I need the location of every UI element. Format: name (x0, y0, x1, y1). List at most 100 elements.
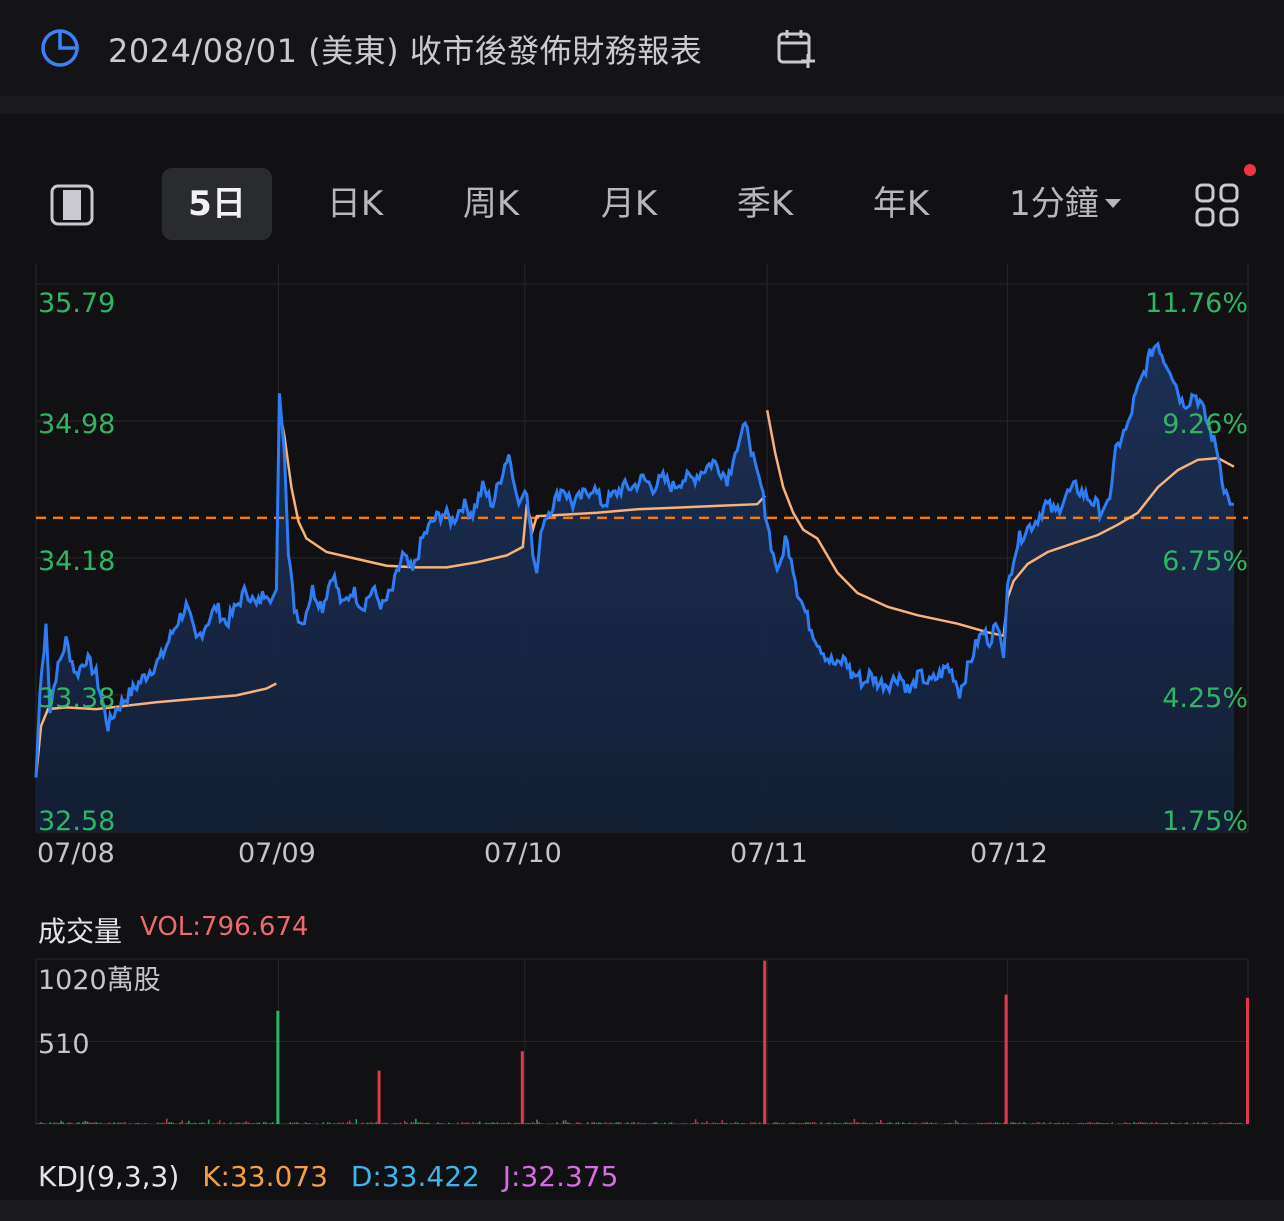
volume-bar (192, 1123, 195, 1124)
volume-bar (368, 1122, 371, 1124)
price-chart[interactable]: 35.79 34.98 34.18 33.38 32.58 11.76% 9.26% 6.75… (0, 262, 1284, 872)
volume-bar (661, 1123, 664, 1124)
volume-bar (236, 1122, 239, 1124)
volume-bar (1012, 1122, 1014, 1124)
volume-bar (1236, 1123, 1239, 1124)
volume-bar (835, 1123, 838, 1124)
volume-bar (1203, 1122, 1206, 1124)
volume-bar (199, 1122, 201, 1124)
volume-bar (254, 1123, 256, 1124)
volume-bar (406, 1122, 408, 1124)
volume-bar (1082, 1122, 1085, 1124)
volume-bar (1137, 1122, 1140, 1124)
grid-menu-icon[interactable] (1194, 182, 1240, 228)
volume-bar (655, 1122, 657, 1124)
volume-bar (1214, 1123, 1217, 1124)
volume-bar (1162, 1123, 1164, 1124)
volume-bar (714, 1123, 717, 1124)
volume-bar (1140, 1122, 1142, 1124)
volume-spike-bar (377, 1070, 381, 1124)
volume-bar (121, 1122, 124, 1124)
volume-bar (229, 1122, 232, 1124)
volume-bar (736, 1122, 739, 1124)
volume-bar (1087, 1122, 1089, 1124)
volume-bar (44, 1123, 47, 1124)
volume-bar (919, 1123, 922, 1124)
volume-bar (860, 1123, 862, 1124)
volume-bar (1223, 1123, 1226, 1124)
pct-axis-label: 9.26% (1162, 409, 1248, 440)
volume-bar (381, 1122, 384, 1124)
volume-bar (1159, 1123, 1162, 1124)
volume-bar (289, 1122, 292, 1124)
calendar-add-icon[interactable] (774, 26, 818, 70)
volume-bar (805, 1122, 807, 1124)
volume-bar (1025, 1123, 1028, 1124)
volume-bar (767, 1123, 770, 1124)
volume-bar (833, 1122, 836, 1124)
volume-bar (802, 1123, 805, 1124)
volume-bar (143, 1122, 146, 1124)
volume-bar (976, 1122, 979, 1124)
volume-bar (465, 1122, 468, 1124)
volume-bar (800, 1122, 803, 1124)
volume-bar (1040, 1123, 1043, 1124)
volume-bar (135, 1123, 137, 1124)
volume-bar (902, 1122, 904, 1124)
volume-bar (1155, 1122, 1158, 1124)
volume-bar (1036, 1122, 1039, 1124)
volume-bar (1029, 1123, 1032, 1124)
volume-bar (644, 1122, 646, 1124)
volume-bar (86, 1121, 89, 1124)
volume-bar (670, 1122, 673, 1124)
volume-bar (1089, 1122, 1091, 1124)
volume-bar (441, 1123, 444, 1124)
tab-5day[interactable]: 5日 (162, 168, 272, 240)
chevron-down-icon (1104, 199, 1121, 208)
kdj-indicator[interactable]: KDJ(9,3,3) K:33.073 D:33.422 J:32.375 (38, 1160, 632, 1193)
volume-bar (694, 1119, 697, 1124)
volume-bar (258, 1122, 261, 1124)
volume-bar (212, 1123, 214, 1124)
volume-bar (75, 1122, 78, 1124)
volume-bar (1034, 1123, 1036, 1124)
volume-bar (163, 1122, 166, 1124)
tab-quarter-k[interactable]: 季K (710, 168, 820, 240)
volume-bar (613, 1123, 615, 1124)
notification-dot (1244, 164, 1256, 176)
volume-bar (719, 1123, 721, 1124)
volume-bar (329, 1122, 331, 1124)
kdj-k-value: K:33.073 (202, 1160, 328, 1193)
volume-bar (659, 1123, 662, 1124)
volume-bar (439, 1123, 441, 1124)
volume-bar (615, 1122, 618, 1124)
volume-bar (857, 1122, 860, 1124)
volume-bar (194, 1122, 197, 1124)
layout-toggle-icon[interactable] (50, 184, 94, 226)
volume-bar (1062, 1122, 1065, 1124)
volume-bar (827, 1122, 829, 1124)
tab-day-k[interactable]: 日K (300, 168, 410, 240)
volume-bar (798, 1122, 801, 1124)
tab-minute-dropdown[interactable]: 1分鐘 (1000, 168, 1130, 240)
tab-month-k[interactable]: 月K (574, 168, 684, 240)
volume-bar (1173, 1122, 1175, 1124)
volume-bar (395, 1123, 397, 1124)
volume-bar (780, 1122, 783, 1124)
volume-bar (489, 1122, 492, 1124)
volume-bar (1129, 1123, 1131, 1124)
volume-bar (990, 1122, 992, 1124)
volume-bar (417, 1122, 419, 1124)
tab-year-k[interactable]: 年K (846, 168, 956, 240)
volume-bar (540, 1123, 543, 1124)
volume-bar (957, 1122, 959, 1124)
earnings-banner[interactable]: 2024/08/01 (美東) 收市後發佈財務報表 (0, 0, 1284, 96)
volume-bar (653, 1122, 655, 1124)
volume-bar (630, 1122, 633, 1124)
volume-bar (998, 1123, 1001, 1124)
pct-axis-label: 4.25% (1162, 683, 1248, 714)
volume-bar (179, 1122, 181, 1124)
tab-week-k[interactable]: 周K (436, 168, 546, 240)
volume-chart[interactable]: 1020萬股 510 (0, 955, 1284, 1130)
volume-bar (965, 1123, 968, 1124)
